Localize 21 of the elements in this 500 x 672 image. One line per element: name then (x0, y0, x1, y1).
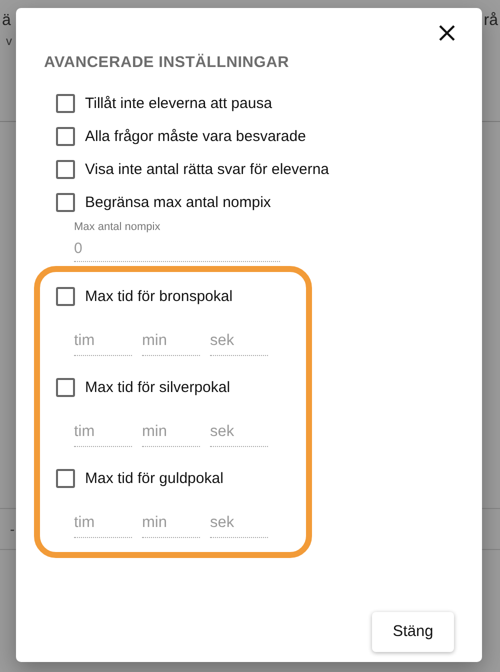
checkbox-label: Max tid för guldpokal (85, 470, 224, 487)
checkbox[interactable] (56, 378, 75, 397)
checkbox-label: Tillåt inte eleverna att pausa (85, 95, 272, 112)
checkbox[interactable] (56, 287, 75, 306)
checkbox-label: Max tid för bronspokal (85, 288, 233, 305)
page-subtitle: v (5, 34, 12, 48)
field-label: Max antal nompix (74, 221, 162, 233)
close-button[interactable]: Stäng (372, 612, 454, 652)
checkbox[interactable] (56, 160, 75, 179)
page-heading: rå (484, 12, 498, 31)
checkbox[interactable] (56, 469, 75, 488)
page-text: - (10, 521, 15, 537)
checkbox-label: Alla frågor måste vara besvarade (85, 128, 306, 145)
page-heading: ä (2, 12, 12, 30)
section-heading: AVANCERADE INSTÄLLNINGAR (44, 54, 290, 72)
checkbox[interactable] (56, 193, 75, 212)
checkbox-label: Begränsa max antal nompix (85, 194, 271, 211)
checkbox-label: Visa inte antal rätta svar för eleverna (85, 161, 330, 178)
checkbox[interactable] (56, 127, 75, 146)
checkbox[interactable] (56, 94, 75, 113)
checkbox-label: Max tid för silverpokal (85, 379, 230, 396)
